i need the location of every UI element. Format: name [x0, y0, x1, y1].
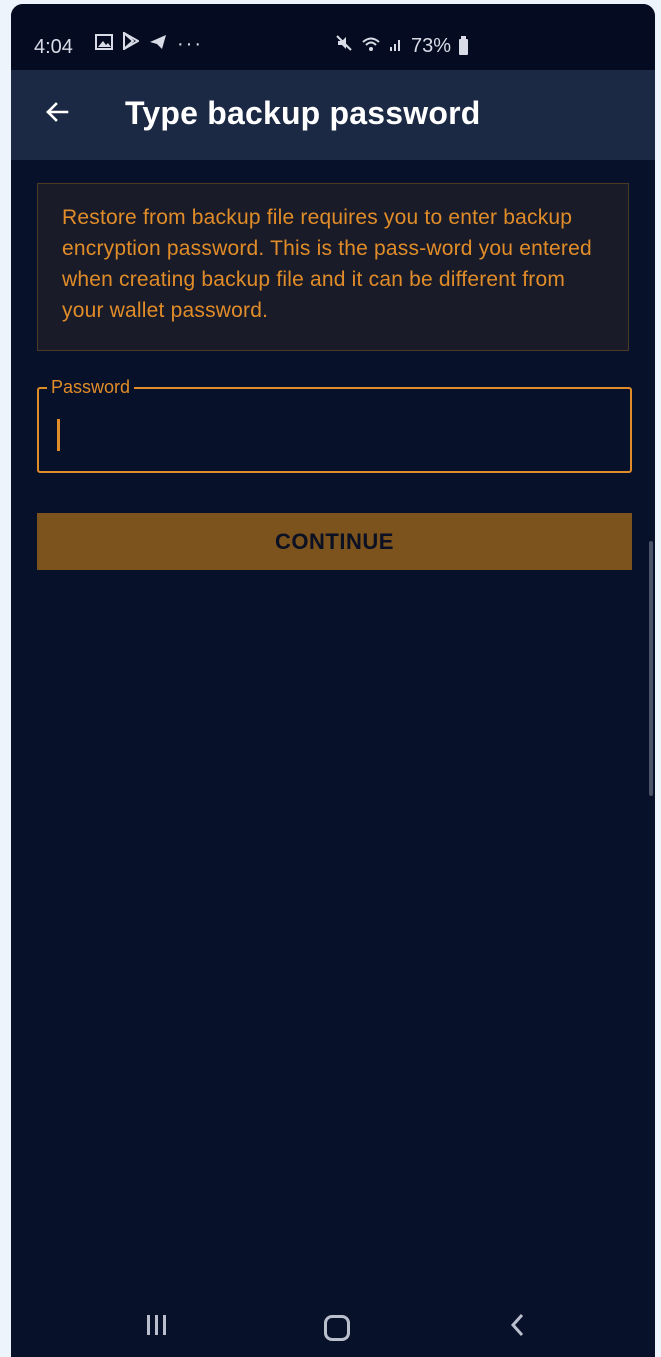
status-time: 4:04 [34, 36, 73, 58]
password-field[interactable]: Password [37, 377, 632, 473]
gallery-icon [95, 32, 113, 56]
signal-icon [389, 35, 403, 58]
wifi-icon [361, 35, 381, 58]
continue-button[interactable]: CONTINUE [37, 513, 632, 570]
telegram-icon [149, 32, 167, 56]
battery-icon [459, 36, 469, 55]
more-icon: ··· [177, 33, 203, 55]
back-icon[interactable] [507, 1311, 527, 1339]
password-field-label: Password [47, 377, 135, 397]
status-bar: 4:04 ··· 73% [11, 4, 655, 70]
battery-percent: 73% [411, 34, 452, 57]
password-input[interactable] [51, 415, 615, 453]
back-arrow-icon[interactable] [41, 96, 73, 128]
play-store-icon [123, 31, 141, 56]
text-cursor [57, 419, 60, 451]
page-title: Type backup password [125, 95, 481, 131]
system-status-icons: 73% [335, 34, 469, 58]
phone-screen: 4:04 ··· 73% Type backup password Restor… [11, 4, 655, 1357]
notification-icons: ··· [95, 31, 203, 56]
scrollbar[interactable] [649, 541, 653, 796]
recents-icon[interactable] [147, 1315, 166, 1335]
mute-icon [335, 34, 353, 58]
home-icon[interactable] [324, 1315, 350, 1341]
info-message: Restore from backup file requires you to… [37, 183, 629, 351]
app-bar: Type backup password [11, 70, 655, 160]
navigation-bar [11, 1287, 655, 1357]
